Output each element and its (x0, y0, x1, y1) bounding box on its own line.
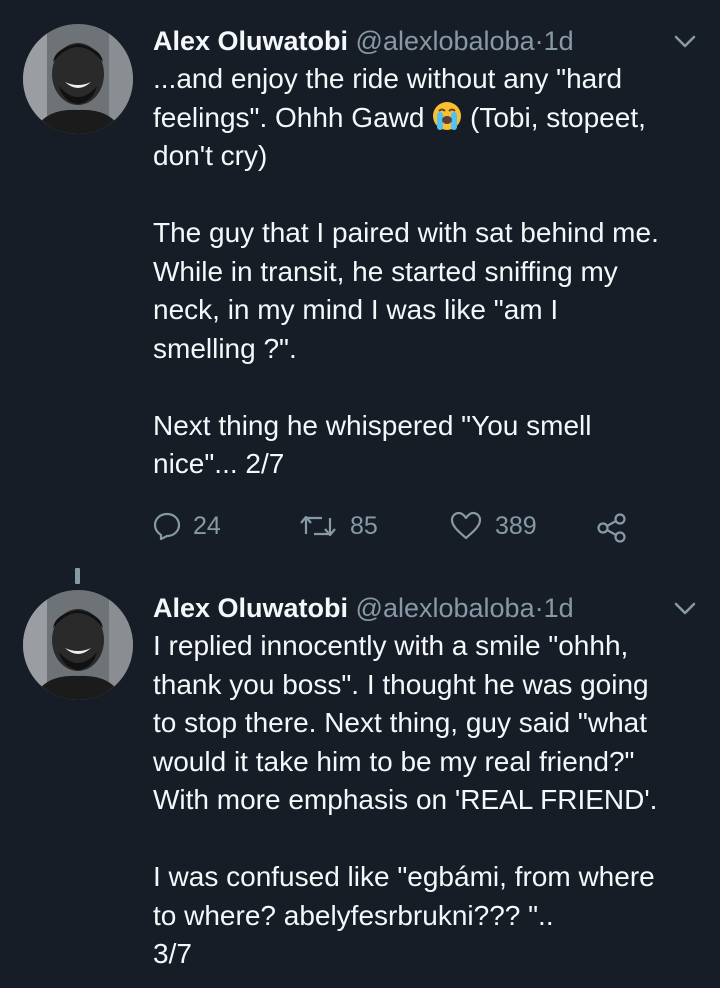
like-count: 389 (495, 511, 537, 540)
author-handle[interactable]: @alexlobaloba (356, 26, 535, 56)
retweet-count: 85 (350, 511, 378, 540)
author-name[interactable]: Alex Oluwatobi (153, 26, 348, 56)
separator: · (534, 26, 544, 56)
retweet-icon (300, 515, 336, 537)
loudly-crying-face-icon (433, 101, 462, 130)
like-button[interactable]: 389 (449, 511, 537, 541)
timestamp[interactable]: 1d (544, 26, 574, 56)
reply-count: 24 (193, 511, 221, 540)
reply-icon (153, 512, 181, 541)
timestamp[interactable]: 1d (544, 593, 574, 623)
tweet[interactable]: Alex Oluwatobi @alexlobaloba·1d ...and e… (0, 0, 720, 575)
tweet-actions: 24 85 389 (153, 511, 693, 545)
tweet-text: ...and enjoy the ride without any "hard … (153, 60, 700, 484)
author-name[interactable]: Alex Oluwatobi (153, 593, 348, 623)
chevron-down-icon[interactable] (672, 597, 698, 619)
tweet-body: Alex Oluwatobi @alexlobaloba·1d I replie… (153, 589, 700, 974)
chevron-down-icon[interactable] (672, 30, 698, 52)
share-button[interactable] (596, 513, 628, 543)
share-icon (597, 513, 626, 543)
tweet-text: I replied innocently with a smile "ohhh,… (153, 630, 658, 969)
avatar-photo-icon (23, 24, 133, 134)
avatar[interactable] (23, 590, 133, 700)
tweet-text-part: (Tobi, stopeet, don't cry) The guy that … (153, 101, 659, 480)
tweet-header: Alex Oluwatobi @alexlobaloba·1d (153, 589, 700, 627)
tweet[interactable]: Alex Oluwatobi @alexlobaloba·1d I replie… (0, 575, 720, 988)
heart-icon (450, 511, 482, 540)
tweet-body: Alex Oluwatobi @alexlobaloba·1d ...and e… (153, 22, 700, 484)
avatar[interactable] (23, 24, 133, 134)
timeline: Alex Oluwatobi @alexlobaloba·1d ...and e… (0, 0, 720, 988)
avatar-photo-icon (23, 590, 133, 700)
reply-button[interactable]: 24 (153, 511, 221, 541)
separator: · (534, 593, 544, 623)
retweet-button[interactable]: 85 (298, 511, 378, 541)
tweet-header: Alex Oluwatobi @alexlobaloba·1d (153, 22, 700, 60)
author-handle[interactable]: @alexlobaloba (356, 593, 535, 623)
